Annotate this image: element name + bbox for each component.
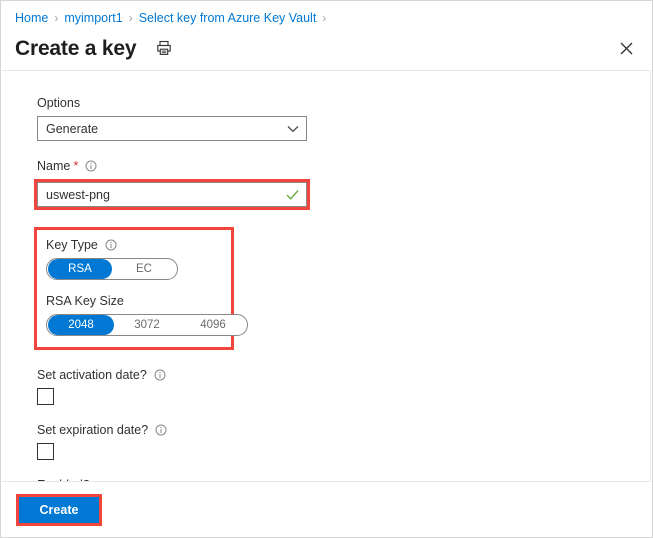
- breadcrumb-separator: ›: [128, 11, 133, 25]
- options-select-value: Generate: [46, 121, 99, 136]
- rsa-key-size-toggle[interactable]: 2048 3072 4096: [46, 314, 248, 336]
- options-select[interactable]: Generate: [37, 116, 307, 141]
- key-type-label-row: Key Type: [46, 237, 222, 253]
- name-label-row: Name *: [37, 158, 652, 174]
- breadcrumb-item-select-key[interactable]: Select key from Azure Key Vault: [139, 11, 317, 25]
- set-expiration-date-label: Set expiration date?: [37, 423, 149, 437]
- chevron-down-icon: [287, 125, 299, 133]
- form-body: Options Generate Name * uswest-png Key T…: [1, 71, 652, 520]
- rsa-key-size-option-2048[interactable]: 2048: [48, 315, 114, 335]
- breadcrumb: Home › myimport1 › Select key from Azure…: [15, 8, 332, 28]
- set-activation-date-label: Set activation date?: [37, 368, 147, 382]
- rsa-key-size-option-3072[interactable]: 3072: [114, 315, 180, 335]
- rsa-key-size-label-row: RSA Key Size: [46, 293, 222, 309]
- name-highlight-box: [34, 179, 310, 210]
- key-type-label: Key Type: [46, 238, 98, 252]
- create-key-blade: Home › myimport1 › Select key from Azure…: [0, 0, 653, 538]
- field-name: Name *: [34, 158, 652, 210]
- set-activation-date-checkbox[interactable]: [37, 388, 54, 405]
- info-icon[interactable]: [85, 160, 97, 172]
- info-icon[interactable]: [105, 239, 117, 251]
- set-expiration-date-checkbox[interactable]: [37, 443, 54, 460]
- rsa-key-size-option-4096[interactable]: 4096: [180, 315, 246, 335]
- key-type-option-rsa[interactable]: RSA: [48, 259, 112, 279]
- create-button-highlight: Create: [16, 494, 102, 526]
- field-rsa-key-size: RSA Key Size 2048 3072 4096: [46, 293, 248, 336]
- field-key-type: Key Type RSA EC: [46, 237, 222, 280]
- info-icon[interactable]: [154, 369, 166, 381]
- footer-bar: Create: [2, 481, 651, 536]
- name-input[interactable]: [37, 182, 307, 207]
- rsa-key-size-label: RSA Key Size: [46, 294, 124, 308]
- name-label: Name: [37, 159, 71, 173]
- field-options: Options Generate: [37, 95, 652, 141]
- breadcrumb-separator: ›: [54, 11, 59, 25]
- breadcrumb-item-home[interactable]: Home: [15, 11, 48, 25]
- options-label-row: Options: [37, 95, 652, 111]
- page-title: Create a key: [15, 36, 137, 60]
- breadcrumb-item-myimport1[interactable]: myimport1: [64, 11, 122, 25]
- required-marker: *: [73, 158, 79, 173]
- field-set-activation-date: Set activation date?: [37, 367, 652, 405]
- key-type-toggle[interactable]: RSA EC: [46, 258, 178, 280]
- set-expiration-date-label-row: Set expiration date?: [37, 422, 652, 438]
- breadcrumb-separator: ›: [322, 11, 327, 25]
- title-row: Create a key: [15, 31, 638, 65]
- set-activation-date-label-row: Set activation date?: [37, 367, 652, 383]
- close-icon[interactable]: [613, 35, 639, 61]
- info-icon[interactable]: [155, 424, 167, 436]
- field-set-expiration-date: Set expiration date?: [37, 422, 652, 460]
- print-icon[interactable]: [153, 37, 175, 59]
- key-type-option-ec[interactable]: EC: [112, 259, 176, 279]
- create-button[interactable]: Create: [19, 497, 99, 523]
- key-type-group-highlight: Key Type RSA EC RSA Key Size 2048 3072 4…: [34, 227, 248, 350]
- options-label: Options: [37, 96, 81, 110]
